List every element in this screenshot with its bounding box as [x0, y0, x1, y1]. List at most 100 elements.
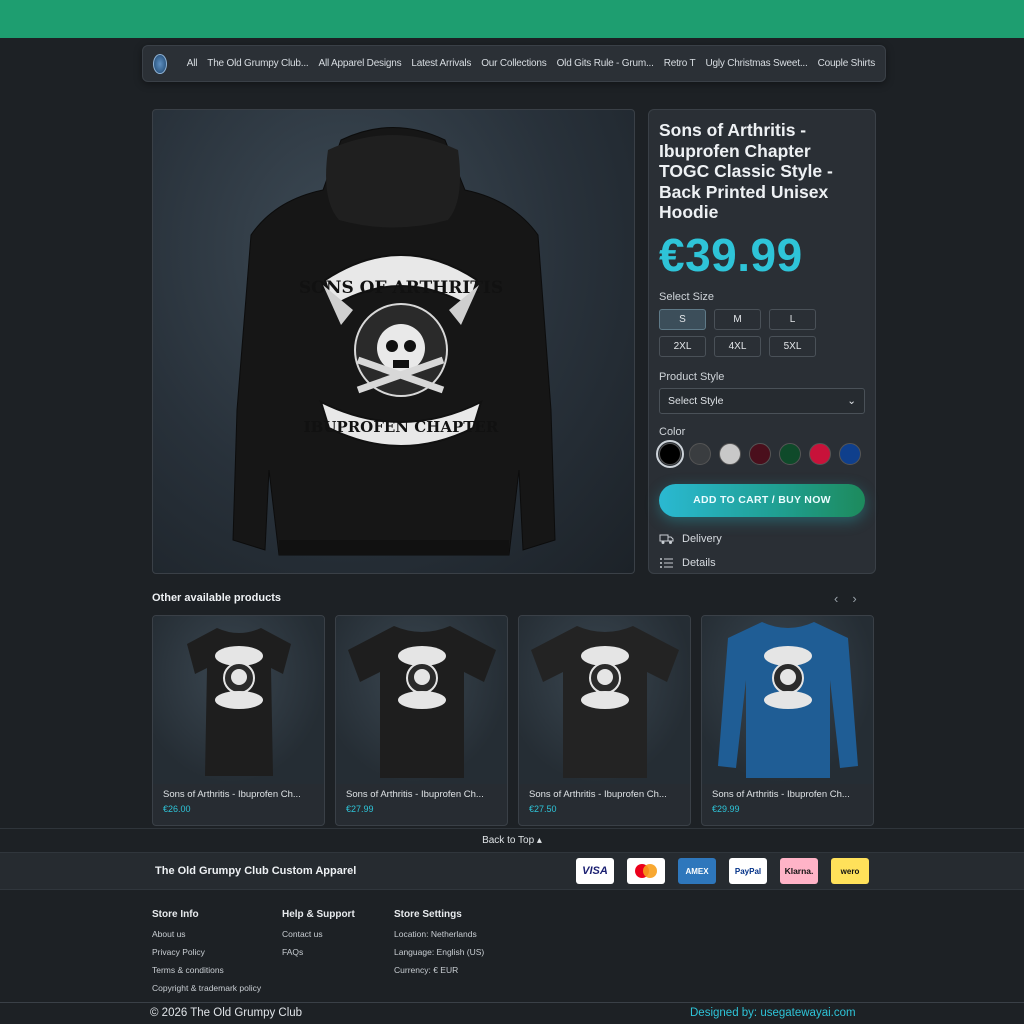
footer-bar: The Old Grumpy Club Custom Apparel VISA … [0, 852, 1024, 890]
product-card[interactable]: Sons of Arthritis - Ibuprofen Ch... €27.… [335, 615, 508, 826]
product-card-price: €29.99 [712, 804, 740, 814]
product-panel: Sons of Arthritis - Ibuprofen Chapter TO… [648, 109, 876, 574]
delivery-label: Delivery [682, 532, 722, 545]
designed-by-link[interactable]: Designed by: usegatewayai.com [690, 1007, 856, 1019]
size-option-5xl[interactable]: 5XL [769, 335, 816, 357]
chevron-right-icon[interactable]: › [852, 591, 870, 606]
product-title: Sons of Arthritis - Ibuprofen Chapter TO… [659, 120, 833, 222]
footer-store-info: Store Info About us Privacy Policy Terms… [152, 909, 261, 1001]
color-swatch-grey[interactable] [719, 442, 741, 465]
size-option-2xl[interactable]: 2XL [659, 335, 706, 357]
paypal-logo: PayPal [729, 858, 767, 884]
link-copyright-policy[interactable]: Copyright & trademark policy [152, 983, 261, 993]
style-select[interactable]: Select Style ⌄ [659, 387, 865, 414]
nav-item-couple-shirts[interactable]: Couple Shirts [818, 58, 876, 69]
link-privacy-policy[interactable]: Privacy Policy [152, 947, 261, 957]
truck-icon [659, 534, 674, 544]
product-card-title: Sons of Arthritis - Ibuprofen Ch... [529, 789, 667, 800]
color-swatch-forest-green[interactable] [779, 442, 801, 465]
details-label: Details [682, 556, 716, 569]
setting-language[interactable]: Language: English (US) [394, 947, 484, 957]
nav-item-all-apparel[interactable]: All Apparel Designs [318, 58, 401, 69]
color-swatch-red[interactable] [809, 442, 831, 465]
size-options: S M L 2XL 4XL 5XL [659, 308, 865, 357]
shirt-thumb [531, 626, 679, 778]
footer-help: Help & Support Contact us FAQs [282, 909, 355, 965]
mastercard-logo [627, 858, 665, 884]
product-image[interactable]: SONS OF ARTHRITIS IBUPROFEN CHAPTER [152, 109, 635, 574]
product-card-title: Sons of Arthritis - Ibuprofen Ch... [346, 789, 484, 800]
wero-logo: wero [831, 858, 869, 884]
link-contact-us[interactable]: Contact us [282, 929, 355, 939]
color-swatch-charcoal[interactable] [689, 442, 711, 465]
payment-methods: VISA AMEX PayPal Klarna. wero [576, 858, 869, 884]
delivery-row[interactable]: Delivery [659, 533, 865, 545]
store-info-heading: Store Info [152, 909, 199, 920]
hoodie-print-bottom: IBUPROFEN CHAPTER [304, 418, 499, 436]
product-card[interactable]: Sons of Arthritis - Ibuprofen Ch... €29.… [701, 615, 874, 826]
footer-settings: Store Settings Location: Netherlands Lan… [394, 909, 484, 983]
product-card-price: €27.50 [529, 804, 557, 814]
hoodie-back-illustration: SONS OF ARTHRITIS IBUPROFEN CHAPTER [232, 127, 556, 556]
category-nav: All The Old Grumpy Club... All Apparel D… [142, 45, 886, 82]
klarna-logo: Klarna. [780, 858, 818, 884]
size-option-4xl[interactable]: 4XL [714, 335, 761, 357]
size-label: Select Size [659, 290, 715, 303]
product-card-title: Sons of Arthritis - Ibuprofen Ch... [163, 789, 301, 800]
product-card-image [702, 616, 873, 784]
link-faqs[interactable]: FAQs [282, 947, 355, 957]
size-option-s[interactable]: S [659, 308, 706, 330]
setting-location[interactable]: Location: Netherlands [394, 929, 484, 939]
shirt-thumb [718, 622, 858, 778]
link-about-us[interactable]: About us [152, 929, 261, 939]
product-price: €39.99 [659, 228, 803, 281]
nav-item-latest-arrivals[interactable]: Latest Arrivals [411, 58, 471, 69]
list-icon [660, 557, 673, 568]
other-products-list: Sons of Arthritis - Ibuprofen Ch... €26.… [152, 615, 874, 826]
shirt-thumb [348, 626, 496, 778]
visa-logo: VISA [576, 858, 614, 884]
product-card-image [519, 616, 690, 784]
nav-item-our-collections[interactable]: Our Collections [481, 58, 547, 69]
nav-item-all[interactable]: All [187, 58, 198, 69]
chevron-left-icon[interactable]: ‹ [834, 591, 852, 606]
add-to-cart-button[interactable]: ADD TO CART / BUY NOW [659, 483, 865, 517]
back-to-top-link[interactable]: Back to Top ▴ [0, 828, 1024, 852]
amex-logo: AMEX [678, 858, 716, 884]
color-swatch-maroon[interactable] [749, 442, 771, 465]
link-terms[interactable]: Terms & conditions [152, 965, 261, 975]
help-heading: Help & Support [282, 909, 355, 920]
settings-heading: Store Settings [394, 909, 462, 920]
color-swatches [656, 439, 865, 468]
other-products-heading: Other available products [152, 592, 281, 604]
carousel-arrows: ‹› [834, 591, 871, 606]
product-card-price: €27.99 [346, 804, 374, 814]
copyright-bar: © 2026 The Old Grumpy Club Designed by: … [0, 1002, 1024, 1024]
product-card[interactable]: Sons of Arthritis - Ibuprofen Ch... €27.… [518, 615, 691, 826]
footer-store-name: The Old Grumpy Club Custom Apparel [155, 865, 357, 877]
product-card-image [336, 616, 507, 784]
setting-currency[interactable]: Currency: € EUR [394, 965, 484, 975]
style-label: Product Style [659, 370, 725, 383]
nav-item-old-gits-rule[interactable]: Old Gits Rule - Grum... [557, 58, 654, 69]
chevron-down-icon: ⌄ [847, 394, 856, 407]
nav-item-retro-t[interactable]: Retro T [664, 58, 696, 69]
shirt-thumb [187, 628, 291, 776]
nav-item-ugly-christmas[interactable]: Ugly Christmas Sweet... [705, 58, 807, 69]
color-swatch-black[interactable] [656, 439, 684, 468]
product-card-title: Sons of Arthritis - Ibuprofen Ch... [712, 789, 850, 800]
size-option-m[interactable]: M [714, 308, 761, 330]
product-card-image [153, 616, 324, 784]
product-card[interactable]: Sons of Arthritis - Ibuprofen Ch... €26.… [152, 615, 325, 826]
size-option-l[interactable]: L [769, 308, 816, 330]
copyright-text: © 2026 The Old Grumpy Club [150, 1007, 303, 1019]
color-label: Color [659, 425, 686, 438]
style-select-value: Select Style [668, 394, 724, 407]
product-card-price: €26.00 [163, 804, 191, 814]
details-row[interactable]: Details [659, 557, 865, 569]
nav-item-old-grumpy-club[interactable]: The Old Grumpy Club... [207, 58, 308, 69]
color-swatch-royal-blue[interactable] [839, 442, 861, 465]
top-accent-bar [0, 0, 1024, 38]
store-logo[interactable] [153, 53, 167, 74]
mastercard-icon [635, 864, 657, 878]
